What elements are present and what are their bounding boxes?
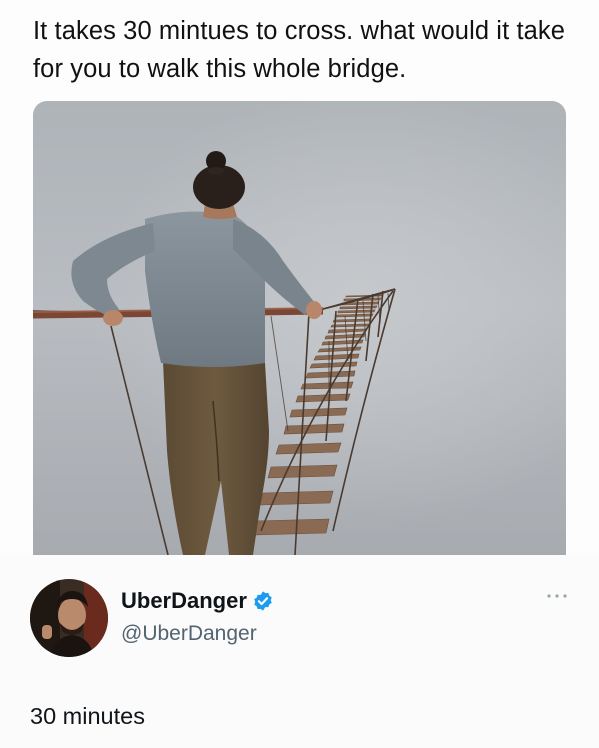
more-options-icon[interactable] [545,591,569,601]
author-row: UberDanger [121,588,274,614]
reply-text: 30 minutes [30,703,145,729]
post-card: It takes 30 mintues to cross. what would… [0,0,599,748]
user-avatar-icon [30,579,108,657]
post-photo[interactable] [33,101,566,555]
display-name[interactable]: UberDanger [121,588,247,614]
user-handle[interactable]: @UberDanger [121,622,257,646]
bridge-photo-illustration [33,101,566,555]
avatar[interactable] [30,579,108,657]
reply-post[interactable]: UberDanger @UberDanger 30 minutes [0,555,599,748]
verified-badge-icon [254,591,272,611]
post-caption: It takes 30 mintues to cross. what would… [33,17,566,83]
